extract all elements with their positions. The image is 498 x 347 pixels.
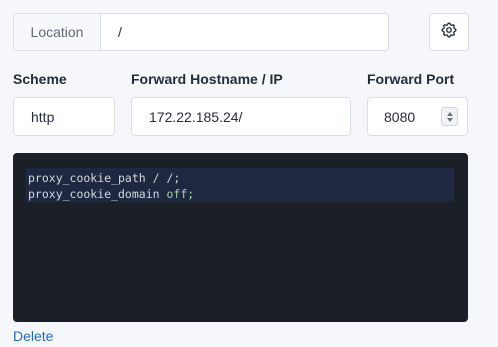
delete-link[interactable]: Delete <box>13 328 53 344</box>
port-stepper[interactable] <box>441 107 458 126</box>
advanced-config-editor[interactable]: proxy_cookie_path / /; proxy_cookie_doma… <box>13 153 468 322</box>
code-directive: proxy_cookie_path <box>28 171 146 185</box>
editor-line: proxy_cookie_domain off; <box>28 186 194 202</box>
location-settings-button[interactable] <box>429 13 469 51</box>
editor-line: proxy_cookie_path / /; <box>28 170 180 186</box>
forward-hostname-value: 172.22.185.24/ <box>149 108 243 125</box>
location-input[interactable]: / <box>101 14 388 50</box>
stepper-down-icon[interactable] <box>446 117 453 122</box>
location-prefix-label: Location <box>14 14 101 50</box>
stepper-up-icon[interactable] <box>446 111 453 116</box>
forward-hostname-field[interactable]: 172.22.185.24/ <box>131 97 351 136</box>
forward-port-label: Forward Port <box>367 71 455 87</box>
scheme-field[interactable]: http <box>13 97 115 136</box>
forward-port-field[interactable]: 8080 <box>367 97 468 136</box>
code-args: off; <box>159 187 195 201</box>
code-directive: proxy_cookie_domain <box>28 187 160 201</box>
forward-port-value: 8080 <box>384 108 416 125</box>
gear-icon <box>440 21 458 44</box>
code-args: / /; <box>145 171 181 185</box>
scheme-label: Scheme <box>13 71 67 87</box>
scheme-value: http <box>31 108 55 125</box>
forward-hostname-label: Forward Hostname / IP <box>131 71 283 87</box>
location-input-group: Location / <box>13 13 389 51</box>
